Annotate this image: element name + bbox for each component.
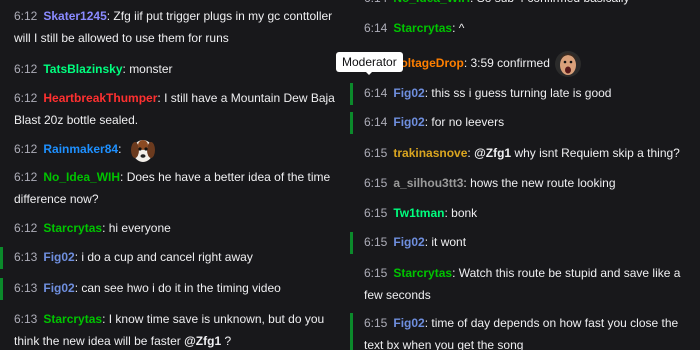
message-timestamp: 6:15: [364, 206, 388, 220]
chat-message: 6:13 Starcrytas: I know time save is unkn…: [0, 309, 350, 350]
message-text: i do a cup and cancel right away: [81, 250, 253, 264]
chat-username[interactable]: VoltageDrop: [393, 56, 463, 70]
message-timestamp: 6:12: [14, 9, 38, 23]
dog-emote[interactable]: [129, 136, 157, 164]
username-separator: :: [102, 312, 109, 326]
chat-username[interactable]: Fig02: [393, 235, 424, 249]
username-separator: :: [452, 266, 459, 280]
chat-message: 6:15 Starcrytas: Watch this route be stup…: [350, 263, 700, 306]
message-timestamp: 6:12: [14, 62, 38, 76]
chat-username[interactable]: TatsBlazinsky: [43, 62, 122, 76]
chat-username[interactable]: Starcrytas: [43, 221, 102, 235]
chat-message: 6:15 trakinasnove: @Zfg1 why isnt Requiem…: [350, 143, 700, 165]
message-timestamp: 6:15: [364, 146, 388, 160]
chat-username[interactable]: Tw1tman: [393, 206, 444, 220]
chat-username[interactable]: HeartbreakThumper: [43, 91, 157, 105]
message-timestamp: 6:14: [364, 21, 388, 35]
chat-message: 6:12 HeartbreakThumper: I still have a Mo…: [0, 88, 350, 131]
chat-message: 6:13 Fig02: can see hwo i do it in the ti…: [0, 278, 350, 300]
message-timestamp: 6:12: [14, 170, 38, 184]
moderator-tooltip: Moderator: [336, 52, 403, 72]
message-timestamp: 6:12: [14, 221, 38, 235]
chat-username[interactable]: No_Idea_WIH: [393, 0, 470, 5]
message-text: this ss i guess turning late is good: [431, 86, 612, 100]
message-text: hows the new route looking: [470, 176, 616, 190]
chat-column-left: 6:12 Skater1245: Zfg iif put trigger plug…: [0, 0, 350, 350]
message-timestamp: 6:15: [364, 266, 388, 280]
message-text: ^: [458, 21, 465, 35]
chat-username[interactable]: a_silhou3tt3: [393, 176, 463, 190]
chat-username[interactable]: No_Idea_WIH: [43, 170, 120, 184]
chat-username[interactable]: trakinasnove: [393, 146, 467, 160]
message-timestamp: 6:14: [364, 86, 388, 100]
message-timestamp: 6:12: [14, 91, 38, 105]
chat-message: 6:12 Skater1245: Zfg iif put trigger plug…: [0, 6, 350, 49]
message-timestamp: 6:13: [14, 250, 38, 264]
message-text: hi everyone: [108, 221, 171, 235]
chat-username[interactable]: Starcrytas: [43, 312, 102, 326]
chat-username[interactable]: Fig02: [393, 86, 424, 100]
chat-message: 6:14 Fig02: for no leevers: [350, 112, 700, 134]
chat-message: 6:14 No_Idea_WIH: So sub 4 confirmed basi…: [350, 0, 700, 10]
chat-username[interactable]: Starcrytas: [393, 21, 452, 35]
message-timestamp: 6:12: [14, 142, 38, 157]
chat-message: 6:15 Fig02: time of day depends on how fa…: [350, 313, 700, 350]
chat-username[interactable]: Fig02: [43, 250, 74, 264]
username-separator: :: [452, 21, 459, 35]
message-timestamp: 6:15: [364, 235, 388, 249]
username-separator: :: [120, 170, 127, 184]
username-separator: :: [102, 221, 109, 235]
message-text: for no leevers: [431, 115, 505, 129]
chat-message: 6:15 a_silhou3tt3: hows the new route loo…: [350, 173, 700, 195]
message-text: So sub 4 confirmed basically: [477, 0, 630, 5]
chat-username[interactable]: Rainmaker84: [43, 142, 118, 156]
message-timestamp: 6:14: [364, 115, 388, 129]
chat-message: 6:12 Starcrytas: hi everyone: [0, 218, 350, 240]
chat-message: 6:14 Fig02: this ss i guess turning late …: [350, 83, 700, 105]
chat-message: 6:12 Rainmaker84:: [0, 136, 350, 164]
message-timestamp: 6:13: [14, 312, 38, 326]
chat-message: 6:15 Tw1tman: bonk: [350, 203, 700, 225]
message-timestamp: 6:13: [14, 281, 38, 295]
message-text: bonk: [451, 206, 478, 220]
chat-message: 6:14 Starcrytas: ^: [350, 18, 700, 40]
message-timestamp: 6:15: [364, 176, 388, 190]
message-text: monster: [129, 62, 173, 76]
username-separator: :: [470, 0, 477, 5]
chat-message: 6:12 TatsBlazinsky: monster: [0, 59, 350, 81]
message-text: it wont: [431, 235, 467, 249]
chat-username[interactable]: Skater1245: [43, 9, 106, 23]
chat-message: 6:13 Fig02: i do a cup and cancel right a…: [0, 247, 350, 269]
message-text: 3:59 confirmed: [470, 56, 550, 71]
face-emote[interactable]: [554, 50, 582, 78]
username-separator: :: [118, 142, 125, 157]
tooltip-arrow: [364, 70, 374, 75]
chat-message: 6:15 Fig02: it wont: [350, 232, 700, 254]
chat-username[interactable]: Starcrytas: [393, 266, 452, 280]
mention[interactable]: @Zfg1: [474, 146, 511, 160]
message-timestamp: 6:14: [364, 0, 387, 5]
chat-username[interactable]: Fig02: [393, 115, 424, 129]
chat-message: 6:12 No_Idea_WIH: Does he have a better i…: [0, 167, 350, 210]
message-timestamp: 6:15: [364, 316, 388, 330]
chat-username[interactable]: Fig02: [393, 316, 424, 330]
mention[interactable]: @Zfg1: [184, 334, 221, 348]
message-text-after: ?: [221, 333, 232, 348]
message-text: can see hwo i do it in the timing video: [81, 281, 281, 295]
message-text-after: why isnt Requiem skip a thing?: [511, 146, 680, 160]
chat-username[interactable]: Fig02: [43, 281, 74, 295]
